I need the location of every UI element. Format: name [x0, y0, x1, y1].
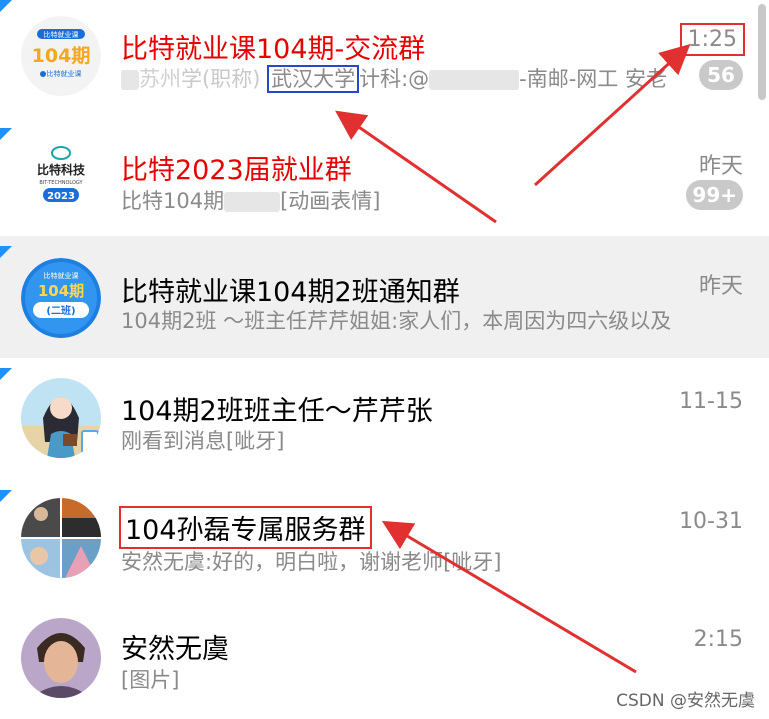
chat-time: 11-15	[679, 389, 743, 414]
preview-text-tail: -南邮-网工 安老	[519, 67, 667, 91]
scrollbar-thumb[interactable]	[758, 4, 766, 100]
chat-time: 1:25	[679, 23, 745, 56]
avatar: 比特科技 BIT-TECHNOLOGY 2023	[21, 137, 101, 217]
chat-time: 昨天	[698, 154, 743, 179]
chat-preview: 比特104期 [动画表情]	[121, 185, 746, 215]
chat-item-class-teacher[interactable]: 104期2班班主任～芹芹张 刚看到消息[呲牙] 11-15	[0, 358, 769, 476]
chat-title: 104期2班班主任～芹芹张	[121, 396, 433, 427]
highlighted-university-text: 武汉大学	[267, 65, 360, 93]
chat-preview: 刚看到消息[呲牙]	[121, 429, 285, 453]
chat-title: 比特就业课104期-交流群	[121, 34, 426, 65]
avatar-text-sub: BIT-TECHNOLOGY	[39, 180, 83, 186]
watermark: CSDN @安然无虞	[616, 691, 755, 711]
avatar-text-top: 比特就业课	[44, 271, 79, 280]
chat-time: 昨天	[698, 274, 743, 299]
unread-badge: 56	[699, 60, 743, 90]
pinned-marker	[0, 0, 12, 12]
chat-time: 2:15	[693, 627, 743, 652]
pinned-marker	[0, 368, 12, 380]
chat-item-bit-104-group[interactable]: 比特就业课 104期 比特就业课 比特就业课104期-交流群 苏州学(职称) 武…	[0, 0, 769, 118]
mobile-device-icon	[81, 430, 99, 454]
chat-preview: 104期2班 ～班主任芹芹姐姐:家人们，本周因为四六级以及	[121, 309, 672, 333]
scrollbar[interactable]	[755, 0, 769, 719]
preview-text-blurred: 苏州	[139, 67, 181, 91]
chat-title: 安然无虞	[121, 634, 229, 665]
avatar-text-top: 比特科技	[37, 162, 86, 177]
preview-text-blurred-2: 学(职称)	[181, 67, 261, 91]
avatar-text-top: 比特就业课	[44, 30, 79, 39]
preview-text-content: [动画表情]	[280, 189, 381, 213]
chat-item-sunlei-service-group[interactable]: 104孙磊专属服务群 安然无虞:好的，明白啦，谢谢老师[呲牙] 10-31	[0, 476, 769, 594]
pinned-marker	[0, 490, 12, 502]
pinned-marker	[0, 246, 12, 258]
avatar-text-main: 104期	[32, 45, 91, 67]
avatar-text-year: 2023	[47, 191, 75, 202]
avatar: 比特就业课 104期 比特就业课	[21, 16, 101, 96]
chat-title: 比特就业课104期2班通知群	[121, 277, 460, 308]
preview-text-sender: 比特104期	[121, 189, 225, 213]
chat-preview: 苏州学(职称) 武汉大学 计科:@ -南邮-网工 安老	[121, 63, 706, 93]
avatar	[21, 618, 101, 698]
pinned-marker	[0, 128, 12, 140]
chat-time: 10-31	[679, 509, 743, 534]
chat-title: 比特2023届就业群	[121, 155, 352, 186]
unread-badge: 99+	[686, 180, 743, 210]
chat-item-bit-104-class2-notice[interactable]: 比特就业课 104期 (二班) 比特就业课104期2班通知群 104期2班 ～班…	[0, 236, 769, 358]
avatar	[21, 378, 101, 458]
chat-title: 104孙磊专属服务群	[119, 506, 372, 549]
preview-text-sender: 计科:@	[359, 67, 430, 91]
chat-list: 比特就业课 104期 比特就业课 比特就业课104期-交流群 苏州学(职称) 武…	[0, 0, 769, 719]
avatar-text-class: (二班)	[46, 304, 75, 317]
chat-item-bit-2023-group[interactable]: 比特科技 BIT-TECHNOLOGY 2023 比特2023届就业群 比特10…	[0, 118, 769, 236]
avatar	[21, 498, 101, 578]
avatar-text-bottom: 比特就业课	[47, 69, 82, 78]
avatar: 比特就业课 104期 (二班)	[21, 258, 101, 338]
chat-preview: 安然无虞:好的，明白啦，谢谢老师[呲牙]	[121, 550, 502, 574]
avatar-text-main: 104期	[38, 282, 84, 300]
